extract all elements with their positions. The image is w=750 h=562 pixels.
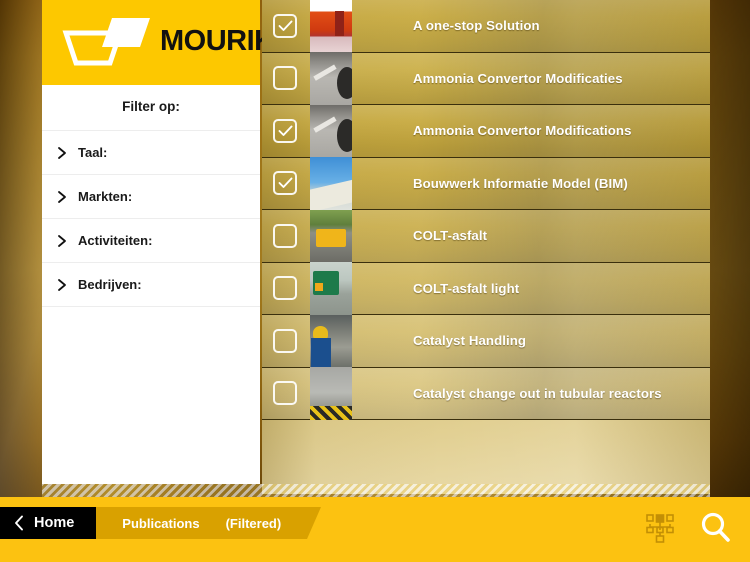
breadcrumb-tail: Publications (Filtered) — [96, 507, 322, 539]
breadcrumb-item-publications[interactable]: Publications — [122, 516, 199, 531]
checkbox-checked[interactable] — [273, 171, 297, 196]
bottom-bar: Home Publications (Filtered) — [0, 497, 750, 562]
table-row[interactable]: COLT-asfalt light — [262, 262, 710, 315]
home-button[interactable]: Home — [0, 507, 109, 539]
mourik-trapezoid-logo-icon — [62, 18, 150, 66]
row-checkbox-cell[interactable] — [262, 118, 308, 143]
chevron-right-icon — [58, 234, 66, 247]
filter-panel-divider — [42, 306, 260, 307]
row-title: Bouwwerk Informatie Model (BIM) — [413, 175, 628, 191]
row-thumbnail — [310, 104, 352, 157]
row-checkbox-cell[interactable] — [262, 381, 308, 406]
sidebar-item-bedrijven[interactable]: Bedrijven: — [42, 262, 260, 306]
row-title: Catalyst Handling — [413, 333, 527, 349]
search-icon[interactable] — [699, 511, 732, 544]
app-window: MOURIK Filter op: Taal: Markten: Activit… — [0, 0, 750, 562]
table-row[interactable]: Ammonia Convertor Modificaties — [262, 52, 710, 105]
sidebar-item-label: Activiteiten: — [78, 233, 153, 248]
sidebar-item-activiteiten[interactable]: Activiteiten: — [42, 218, 260, 262]
home-button-label: Home — [34, 515, 75, 531]
check-icon — [278, 125, 292, 136]
left-column: MOURIK Filter op: Taal: Markten: Activit… — [42, 0, 275, 484]
row-title: COLT-asfalt light — [413, 280, 520, 296]
checkbox-unchecked[interactable] — [273, 381, 297, 406]
chevron-right-icon — [58, 190, 66, 203]
sidebar-item-label: Markten: — [78, 189, 133, 204]
row-thumbnail — [310, 367, 352, 420]
row-checkbox-cell[interactable] — [262, 171, 308, 196]
row-checkbox-cell[interactable] — [262, 13, 308, 38]
row-title: COLT-asfalt — [413, 228, 488, 244]
row-checkbox-cell[interactable] — [262, 328, 308, 353]
filter-panel: Filter op: Taal: Markten: Activiteiten: — [42, 85, 260, 484]
checkbox-unchecked[interactable] — [273, 328, 297, 353]
row-checkbox-cell[interactable] — [262, 223, 308, 248]
row-title: Catalyst change out in tubular reactors — [413, 385, 662, 401]
row-title: A one-stop Solution — [413, 18, 540, 34]
row-thumbnail — [310, 209, 352, 262]
table-row[interactable]: A one-stop Solution — [262, 0, 710, 53]
sitemap-icon[interactable] — [643, 512, 677, 544]
checkbox-unchecked[interactable] — [273, 276, 297, 301]
bottom-bar-icons — [643, 511, 732, 544]
chevron-right-icon — [58, 278, 66, 291]
brand-wordmark: MOURIK — [160, 25, 275, 57]
chevron-left-icon — [15, 515, 23, 531]
sidebar-item-markten[interactable]: Markten: — [42, 174, 260, 218]
table-row[interactable]: Ammonia Convertor Modifications — [262, 104, 710, 158]
checkbox-unchecked[interactable] — [273, 66, 297, 91]
row-checkbox-cell[interactable] — [262, 66, 308, 91]
row-thumbnail — [310, 262, 352, 315]
table-row[interactable]: Bouwwerk Informatie Model (BIM) — [262, 157, 710, 210]
check-icon — [278, 177, 292, 189]
sidebar-item-label: Bedrijven: — [78, 277, 142, 292]
check-icon — [278, 20, 292, 31]
row-thumbnail — [310, 52, 352, 105]
row-checkbox-cell[interactable] — [262, 276, 308, 301]
row-title: Ammonia Convertor Modifications — [413, 123, 632, 139]
row-title: Ammonia Convertor Modificaties — [413, 70, 623, 86]
checkbox-checked[interactable] — [273, 13, 297, 38]
table-row[interactable]: Catalyst change out in tubular reactors — [262, 367, 710, 420]
sidebar-item-label: Taal: — [78, 145, 108, 160]
row-thumbnail — [310, 314, 352, 367]
sidebar-item-taal[interactable]: Taal: — [42, 130, 260, 174]
publication-list[interactable]: A one-stop Solution Ammonia Convertor Mo… — [262, 0, 710, 494]
breadcrumb-item-filtered[interactable]: (Filtered) — [226, 516, 282, 531]
row-thumbnail — [310, 157, 352, 210]
table-row[interactable]: COLT-asfalt — [262, 209, 710, 263]
breadcrumb: Home Publications (Filtered) — [0, 507, 322, 539]
list-fade-hatch — [42, 484, 710, 497]
checkbox-checked[interactable] — [273, 118, 297, 143]
table-row[interactable]: Catalyst Handling — [262, 314, 710, 368]
chevron-right-icon — [58, 146, 66, 159]
logo-panel: MOURIK — [42, 0, 275, 85]
checkbox-unchecked[interactable] — [273, 223, 297, 248]
filter-panel-title: Filter op: — [122, 99, 180, 114]
row-thumbnail — [310, 0, 352, 52]
